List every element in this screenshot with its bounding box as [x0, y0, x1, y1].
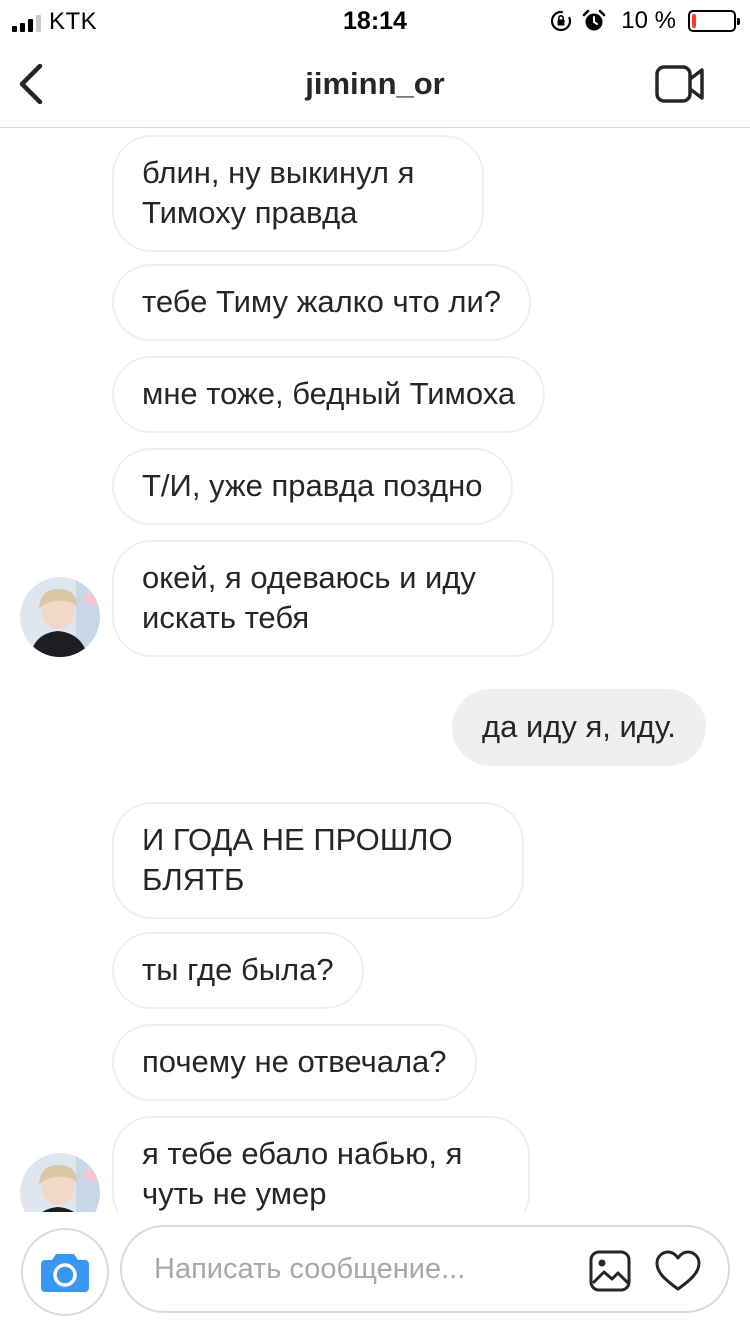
message-text: почему не отвечала? — [142, 1044, 447, 1079]
camera-icon — [41, 1254, 89, 1292]
message-bubble[interactable]: И ГОДА НЕ ПРОШЛО БЛЯТБ — [112, 802, 524, 919]
message-input[interactable] — [154, 1227, 574, 1311]
message-input-wrapper — [120, 1225, 730, 1313]
avatar-photo — [20, 1153, 100, 1212]
message-bubble-own[interactable]: да иду я, иду. — [452, 689, 706, 766]
heart-icon — [655, 1250, 701, 1291]
like-button[interactable] — [654, 1249, 702, 1293]
message-bubble[interactable]: ты где была? — [112, 932, 364, 1009]
avatar-photo — [20, 577, 100, 657]
status-bar: KTK 18:14 10 % — [0, 0, 750, 40]
video-camera-icon — [655, 65, 704, 103]
gallery-icon — [589, 1250, 631, 1292]
message-text: мне тоже, бедный Тимоха — [142, 376, 516, 411]
battery-percent: 10 % — [621, 7, 676, 34]
message-text: окей, я одеваюсь и иду искать тебя — [142, 560, 476, 635]
battery-level — [692, 14, 696, 28]
orientation-lock-icon — [551, 10, 572, 32]
message-composer — [0, 1212, 750, 1334]
message-bubble[interactable]: блин, ну выкинул я Тимоху правда — [112, 135, 484, 252]
gallery-button[interactable] — [588, 1249, 632, 1293]
video-call-button[interactable] — [654, 64, 706, 104]
chat-header: jiminn_or — [0, 40, 750, 128]
message-text: И ГОДА НЕ ПРОШЛО БЛЯТБ — [142, 822, 453, 897]
status-right: 10 % — [549, 7, 740, 35]
message-bubble[interactable]: мне тоже, бедный Тимоха — [112, 356, 546, 433]
message-text: я тебе ебало набью, я чуть не умер — [142, 1136, 463, 1211]
battery-icon — [688, 10, 740, 32]
alarm-icon — [583, 9, 606, 31]
avatar[interactable] — [20, 577, 100, 657]
camera-button[interactable] — [21, 1228, 109, 1316]
message-bubble[interactable]: почему не отвечала? — [112, 1024, 477, 1101]
message-bubble[interactable]: я тебе ебало набью, я чуть не умер — [112, 1116, 530, 1212]
message-text: Т/И, уже правда поздно — [142, 468, 483, 503]
message-bubble[interactable]: окей, я одеваюсь и иду искать тебя — [112, 540, 554, 657]
message-thread[interactable]: блин, ну выкинул я Тимоху правда тебе Ти… — [0, 129, 750, 1212]
avatar[interactable] — [20, 1153, 100, 1212]
message-text: да иду я, иду. — [482, 709, 676, 744]
message-bubble[interactable]: Т/И, уже правда поздно — [112, 448, 513, 525]
message-bubble[interactable]: тебе Тиму жалко что ли? — [112, 264, 531, 341]
chat-username[interactable]: jiminn_or — [0, 66, 750, 102]
message-text: ты где была? — [142, 952, 334, 987]
message-text: блин, ну выкинул я Тимоху правда — [142, 155, 415, 230]
message-text: тебе Тиму жалко что ли? — [142, 284, 501, 319]
